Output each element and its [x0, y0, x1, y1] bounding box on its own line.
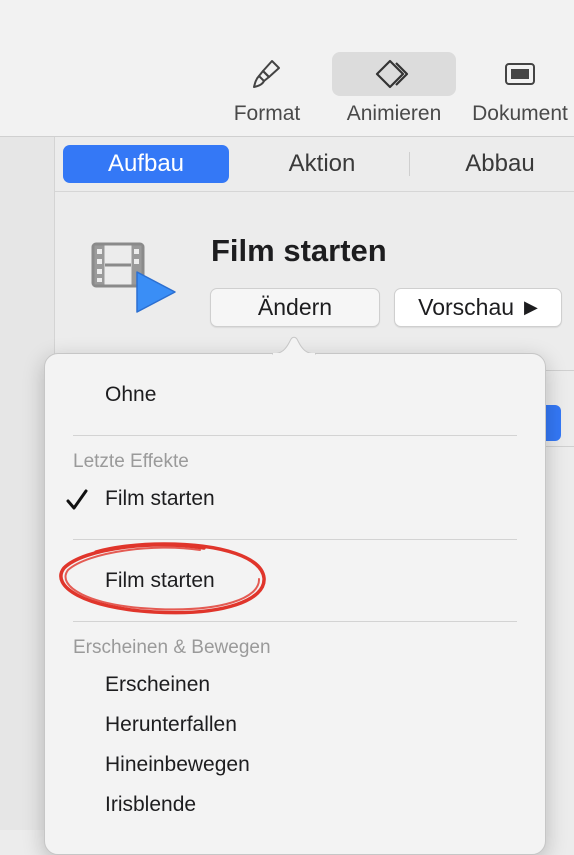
paintbrush-icon [253, 60, 280, 88]
tab-divider [409, 152, 410, 176]
film-play-icon [91, 242, 176, 313]
tab-build-out[interactable]: Abbau [417, 145, 574, 183]
animate-label: Animieren [346, 102, 442, 125]
menu-item-recent-2[interactable]: Film starten [105, 569, 215, 593]
menu-separator [73, 539, 517, 540]
effect-menu-popover: Ohne Letzte Effekte Film starten Film st… [44, 353, 546, 855]
format-label: Format [233, 102, 301, 125]
tab-build-in[interactable]: Aufbau [63, 145, 229, 183]
menu-separator [73, 621, 517, 622]
menu-header-recent: Letzte Effekte [73, 451, 189, 472]
menu-item-move-in[interactable]: Hineinbewegen [105, 753, 250, 777]
toolbar: Format Animieren Dokument [0, 0, 574, 137]
menu-item-recent-1[interactable]: Film starten [105, 487, 215, 511]
change-effect-button[interactable]: Ändern [210, 288, 380, 327]
popover-arrow [272, 336, 316, 355]
diamond-animate-icon [375, 59, 409, 89]
format-toolbar-button[interactable]: Format [205, 52, 329, 136]
build-segmented-control: Aufbau Aktion Abbau [55, 137, 574, 192]
menu-item-none[interactable]: Ohne [105, 383, 156, 407]
menu-item-drop[interactable]: Herunterfallen [105, 713, 237, 737]
tab-action[interactable]: Aktion [237, 145, 407, 183]
document-toolbar-button[interactable]: Dokument [458, 52, 574, 136]
divider [545, 370, 574, 371]
menu-separator [73, 435, 517, 436]
preview-button[interactable]: Vorschau ▶ [394, 288, 562, 327]
menu-item-appear[interactable]: Erscheinen [105, 673, 210, 697]
animate-toolbar-button[interactable]: Animieren [332, 52, 456, 136]
effect-title: Film starten [211, 233, 387, 268]
document-label: Dokument [472, 102, 568, 125]
menu-header-appear: Erscheinen & Bewegen [73, 637, 271, 658]
play-arrow-icon: ▶ [524, 297, 538, 317]
checkmark-icon [66, 489, 88, 510]
preview-label: Vorschau [418, 294, 515, 320]
animate-icon-box [332, 52, 456, 96]
divider [545, 446, 574, 447]
document-icon-box [458, 52, 574, 96]
document-panel-icon [505, 63, 535, 85]
format-icon-box [205, 52, 329, 96]
menu-item-iris[interactable]: Irisblende [105, 793, 196, 817]
